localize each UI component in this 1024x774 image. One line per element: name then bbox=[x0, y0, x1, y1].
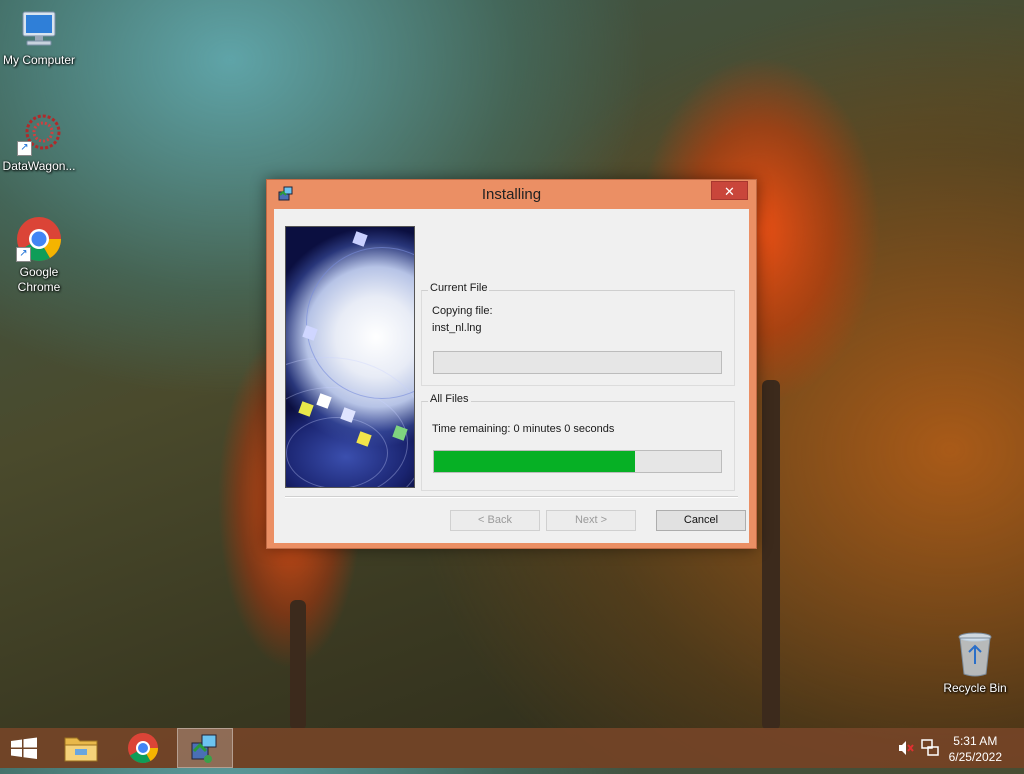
desktop-icon-recycle-bin[interactable]: Recycle Bin bbox=[936, 630, 1014, 696]
installing-dialog: Installing ✕ Current File Copying file: … bbox=[266, 179, 757, 549]
start-icon bbox=[11, 737, 37, 759]
installer-side-image bbox=[285, 226, 415, 488]
file-explorer-icon bbox=[64, 737, 98, 762]
datawagon-icon: ↗ bbox=[17, 112, 61, 156]
next-button[interactable]: Next > bbox=[546, 510, 636, 531]
current-filename: inst_nl.lng bbox=[432, 322, 482, 334]
installer-icon bbox=[191, 734, 217, 763]
all-files-progress-fill bbox=[434, 451, 635, 472]
taskbar-installer[interactable] bbox=[177, 728, 233, 768]
clock-date: 6/25/2022 bbox=[948, 750, 1002, 764]
back-button[interactable]: < Back bbox=[450, 510, 540, 531]
dialog-client-area: Current File Copying file: inst_nl.lng A… bbox=[274, 209, 749, 543]
all-files-group: All Files Time remaining: 0 minutes 0 se… bbox=[421, 393, 735, 491]
taskbar-clock[interactable]: 5:31 AM 6/25/2022 bbox=[949, 733, 1002, 765]
clock-time: 5:31 AM bbox=[953, 734, 998, 748]
network-icon[interactable] bbox=[921, 739, 939, 757]
chrome-icon bbox=[128, 733, 158, 764]
chrome-icon: ↗ bbox=[16, 216, 62, 262]
wallpaper-stem bbox=[762, 380, 780, 730]
cancel-button[interactable]: Cancel bbox=[656, 510, 746, 531]
current-file-group-label: Current File bbox=[428, 282, 490, 294]
desktop-icon-datawagon[interactable]: ↗ DataWagon... bbox=[0, 112, 78, 174]
current-file-group: Current File Copying file: inst_nl.lng bbox=[421, 282, 735, 386]
current-file-progress-bar bbox=[433, 351, 722, 374]
my-computer-icon bbox=[17, 10, 61, 50]
dialog-titlebar[interactable]: Installing ✕ bbox=[267, 180, 756, 209]
wallpaper-stem bbox=[290, 600, 306, 730]
recycle-bin-icon bbox=[955, 630, 995, 678]
dialog-title: Installing bbox=[481, 186, 542, 203]
taskbar-chrome[interactable] bbox=[115, 728, 171, 768]
close-button[interactable]: ✕ bbox=[711, 181, 748, 200]
time-remaining-text: Time remaining: 0 minutes 0 seconds bbox=[432, 423, 615, 435]
volume-muted-icon[interactable] bbox=[897, 740, 915, 756]
shortcut-arrow-icon: ↗ bbox=[16, 247, 31, 262]
start-button[interactable] bbox=[0, 728, 48, 768]
desktop-icon-label: My Computer bbox=[2, 53, 76, 67]
taskbar-file-explorer[interactable] bbox=[53, 728, 109, 768]
all-files-progress-bar bbox=[433, 450, 722, 473]
all-files-group-label: All Files bbox=[428, 393, 471, 405]
desktop-icon-label: DataWagon... bbox=[2, 159, 76, 173]
shortcut-arrow-icon: ↗ bbox=[17, 141, 32, 156]
desktop-icon-label: Google Chrome bbox=[17, 265, 61, 294]
button-separator bbox=[285, 496, 738, 498]
taskbar: 5:31 AM 6/25/2022 bbox=[0, 728, 1024, 768]
copying-file-label: Copying file: bbox=[432, 305, 493, 317]
desktop-icon-my-computer[interactable]: My Computer bbox=[0, 10, 78, 68]
desktop-icon-label: Recycle Bin bbox=[943, 681, 1007, 695]
desktop-icon-google-chrome[interactable]: ↗ Google Chrome bbox=[0, 216, 78, 295]
